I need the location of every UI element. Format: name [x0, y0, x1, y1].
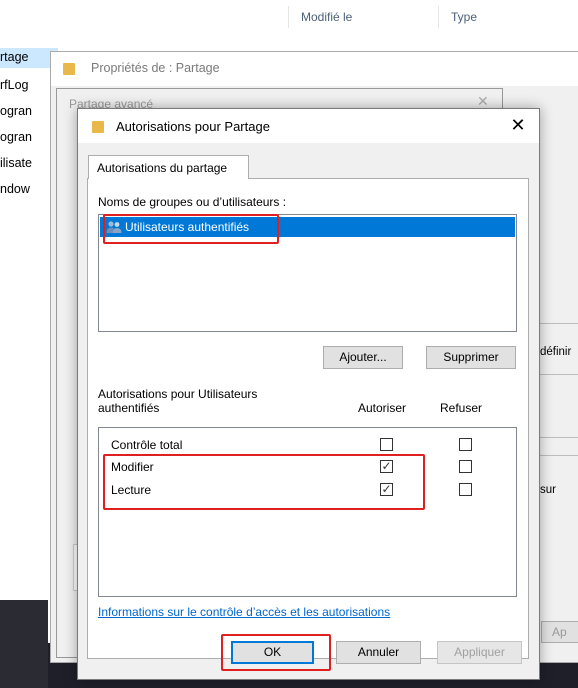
- column-separator[interactable]: [438, 6, 439, 28]
- list-item-label: Utilisateurs authentifiés: [125, 220, 250, 234]
- users-icon: [106, 221, 122, 233]
- checkbox-deny-read[interactable]: [459, 483, 472, 496]
- checkbox-allow-full-control[interactable]: [380, 438, 393, 451]
- left-item[interactable]: ogran: [0, 104, 32, 118]
- left-item[interactable]: ndow: [0, 182, 30, 196]
- permissions-label-line1: Autorisations pour Utilisateurs: [98, 387, 258, 401]
- permission-full-control: Contrôle total: [111, 438, 183, 452]
- add-button[interactable]: Ajouter...: [323, 346, 403, 369]
- column-header-type[interactable]: Type: [451, 10, 477, 24]
- checkbox-allow-read[interactable]: ✓: [380, 483, 393, 496]
- cancel-button[interactable]: Annuler: [336, 641, 421, 664]
- left-item[interactable]: rfLog: [0, 78, 29, 92]
- permissions-label-line2: authentifiés: [98, 401, 160, 415]
- folder-icon: [92, 121, 104, 133]
- properties-text-definir: définir: [540, 346, 572, 358]
- checkbox-deny-full-control[interactable]: [459, 438, 472, 451]
- column-separator[interactable]: [288, 6, 289, 28]
- permissions-list: Contrôle total Modifier ✓ Lecture ✓: [98, 427, 517, 597]
- remove-button[interactable]: Supprimer: [426, 346, 516, 369]
- ok-button[interactable]: OK: [231, 641, 314, 664]
- properties-titlebar: Propriétés de : Partage: [51, 52, 578, 86]
- deny-column-header: Refuser: [440, 401, 483, 415]
- folder-icon: [63, 63, 75, 75]
- list-item[interactable]: Utilisateurs authentifiés: [100, 217, 515, 237]
- dialog-titlebar: Autorisations pour Partage ✕: [78, 109, 539, 143]
- properties-title: Propriétés de : Partage: [91, 61, 220, 75]
- checkbox-allow-modify[interactable]: ✓: [380, 460, 393, 473]
- left-item[interactable]: ilisate: [0, 156, 32, 170]
- allow-column-header: Autoriser: [358, 401, 407, 415]
- tab-share-permissions[interactable]: Autorisations du partage: [88, 155, 249, 179]
- column-header-modified[interactable]: Modifié le: [301, 10, 352, 24]
- left-item[interactable]: ogran: [0, 130, 32, 144]
- permission-modify: Modifier: [111, 460, 154, 474]
- close-icon[interactable]: ✕: [506, 114, 530, 138]
- left-item[interactable]: rtage: [0, 50, 29, 64]
- permission-read: Lecture: [111, 483, 152, 497]
- groups-listbox[interactable]: Utilisateurs authentifiés: [98, 214, 517, 332]
- dialog-title: Autorisations pour Partage: [116, 119, 270, 134]
- properties-apply-button[interactable]: Ap: [541, 621, 578, 643]
- checkbox-deny-modify[interactable]: [459, 460, 472, 473]
- properties-text-sur: sur: [540, 484, 556, 496]
- access-control-info-link[interactable]: Informations sur le contrôle d’accès et …: [98, 605, 390, 619]
- sidebar-dark-area: [0, 600, 48, 688]
- permissions-dialog: Autorisations pour Partage ✕ Autorisatio…: [77, 108, 540, 680]
- apply-button[interactable]: Appliquer: [437, 641, 522, 664]
- groups-label: Noms de groupes ou d’utilisateurs :: [98, 195, 287, 209]
